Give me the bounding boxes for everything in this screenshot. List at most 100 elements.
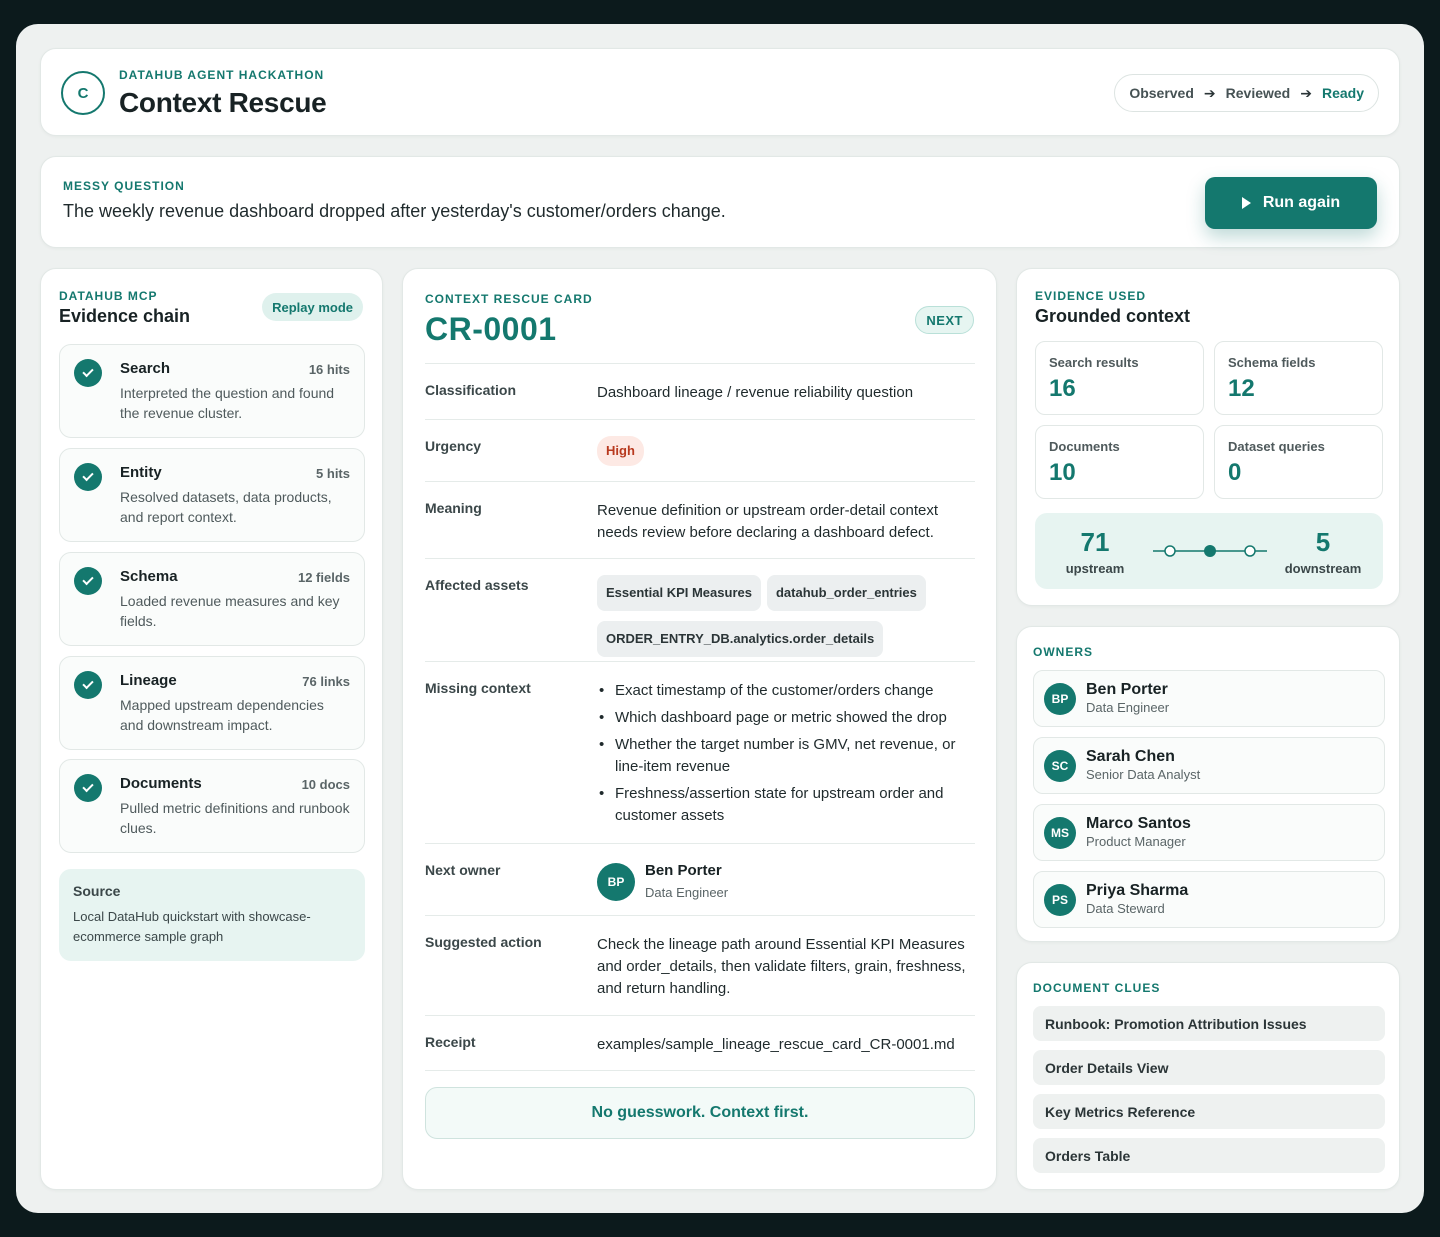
chain-step-count: 16 hits: [308, 362, 350, 377]
meaning-row: Meaning Revenue definition or upstream o…: [425, 481, 975, 558]
owner-card[interactable]: MS Marco Santos Product Manager: [1033, 804, 1385, 861]
asset-chip-list: Essential KPI Measures datahub_order_entr…: [597, 575, 975, 667]
play-icon: [1241, 197, 1251, 209]
owner-role: Data Engineer: [645, 885, 729, 900]
upstream-count: 71: [1080, 527, 1110, 557]
chain-step-desc: Resolved datasets, data products, and re…: [120, 489, 332, 525]
document-clue-item[interactable]: Key Metrics Reference: [1033, 1094, 1385, 1129]
chain-step-name: Entity: [120, 464, 162, 481]
asset-chip[interactable]: ORDER_ENTRY_DB.analytics.order_details: [597, 621, 884, 657]
step-observed: Observed: [1129, 85, 1194, 101]
lineage-graph-icon: [1153, 545, 1267, 557]
chain-step-count: 10 docs: [301, 777, 350, 792]
run-again-button[interactable]: Run again: [1205, 177, 1377, 229]
receipt-link[interactable]: examples/sample_lineage_rescue_card_CR-0…: [597, 1034, 975, 1056]
evidence-chain-eyebrow: DATAHUB MCP: [59, 289, 158, 303]
arrow-right-icon: ➔: [1300, 84, 1312, 101]
row-label: Suggested action: [425, 934, 542, 950]
row-label: Meaning: [425, 500, 482, 516]
chain-step-search[interactable]: Search 16 hits Interpreted the question …: [59, 344, 365, 438]
chain-step-schema[interactable]: Schema 12 fields Loaded revenue measures…: [59, 552, 365, 646]
owner-card[interactable]: PS Priya Sharma Data Steward: [1033, 871, 1385, 928]
owner-role: Data Engineer: [1086, 700, 1170, 715]
app-logo: C: [61, 71, 105, 115]
chain-step-name: Documents: [120, 775, 202, 792]
page-title: Context Rescue: [119, 87, 327, 118]
list-item: Which dashboard page or metric showed th…: [597, 707, 975, 729]
header-bar: C DATAHUB AGENT HACKATHON Context Rescue…: [40, 48, 1400, 136]
downstream-label: downstream: [1284, 561, 1362, 576]
owner-name: Ben Porter: [1086, 681, 1168, 698]
arrow-right-icon: ➔: [1203, 84, 1216, 101]
source-text: Local DataHub quickstart with showcase-e…: [73, 909, 311, 944]
chain-step-name: Search: [120, 360, 171, 377]
evidence-chain-title: Evidence chain: [59, 306, 191, 326]
avatar: MS: [1044, 817, 1076, 849]
source-box: Source Local DataHub quickstart with sho…: [59, 869, 365, 961]
stat-schema-fields: Schema fields 12: [1214, 341, 1383, 415]
chain-step-desc: Loaded revenue measures and key fields.: [120, 593, 340, 629]
step-reviewed: Reviewed: [1225, 85, 1291, 101]
stat-dataset-queries: Dataset queries 0: [1214, 425, 1383, 499]
avatar: BP: [1044, 683, 1076, 715]
receipt-row: Receipt examples/sample_lineage_rescue_c…: [425, 1015, 975, 1071]
missing-context-list: Exact timestamp of the customer/orders c…: [597, 680, 975, 832]
step-ready: Ready: [1321, 85, 1364, 101]
evidence-used-panel: EVIDENCE USED Grounded context Search re…: [1016, 268, 1400, 606]
upstream-label: upstream: [1065, 561, 1125, 576]
next-owner[interactable]: BP Ben Porter Data Engineer: [597, 860, 975, 904]
document-clue-item[interactable]: Order Details View: [1033, 1050, 1385, 1085]
list-item: Exact timestamp of the customer/orders c…: [597, 680, 975, 702]
question-panel: MESSY QUESTION The weekly revenue dashbo…: [40, 156, 1400, 248]
stat-value: 12: [1228, 375, 1255, 402]
rescue-card-panel: CONTEXT RESCUE CARD CR-0001 NEXT Classif…: [402, 268, 997, 1190]
chain-step-documents[interactable]: Documents 10 docs Pulled metric definiti…: [59, 759, 365, 853]
row-label: Affected assets: [425, 577, 529, 593]
check-icon: [74, 463, 102, 491]
avatar: BP: [597, 863, 635, 901]
lineage-summary: 71 upstream 5 downstream: [1035, 513, 1383, 589]
owners-panel: OWNERS BP Ben Porter Data Engineer SC Sa…: [1016, 626, 1400, 942]
check-icon: [74, 359, 102, 387]
row-label: Next owner: [425, 862, 501, 878]
chain-step-desc: Interpreted the question and found the r…: [120, 385, 335, 421]
document-clue-item[interactable]: Runbook: Promotion Attribution Issues: [1033, 1006, 1385, 1041]
avatar: SC: [1044, 750, 1076, 782]
suggested-action-value: Check the lineage path around Essential …: [597, 936, 966, 997]
owner-name: Sarah Chen: [1086, 748, 1175, 765]
owner-card[interactable]: SC Sarah Chen Senior Data Analyst: [1033, 737, 1385, 794]
owner-role: Senior Data Analyst: [1086, 767, 1201, 782]
meaning-value: Revenue definition or upstream order-det…: [597, 502, 939, 541]
row-label: Missing context: [425, 680, 531, 696]
list-item: Freshness/assertion state for upstream o…: [597, 783, 975, 827]
owner-name: Priya Sharma: [1086, 882, 1189, 899]
owners-eyebrow: OWNERS: [1033, 645, 1093, 659]
avatar: PS: [1044, 884, 1076, 916]
owner-card[interactable]: BP Ben Porter Data Engineer: [1033, 670, 1385, 727]
stat-documents: Documents 10: [1035, 425, 1204, 499]
question-eyebrow: MESSY QUESTION: [63, 179, 185, 193]
stat-value: 16: [1049, 375, 1076, 402]
classification-value: Dashboard lineage / revenue reliability …: [597, 384, 914, 401]
urgency-value-wrap: High: [597, 436, 975, 466]
chain-step-lineage[interactable]: Lineage 76 links Mapped upstream depende…: [59, 656, 365, 750]
chain-step-count: 12 fields: [297, 570, 350, 585]
urgency-row: Urgency High: [425, 419, 975, 481]
asset-chip[interactable]: Essential KPI Measures: [597, 575, 761, 611]
question-text: The weekly revenue dashboard dropped aft…: [63, 201, 726, 221]
source-title: Source: [73, 883, 121, 899]
missing-context-row: Missing context Exact timestamp of the c…: [425, 661, 975, 843]
stat-label: Schema fields: [1228, 355, 1316, 370]
chain-step-count: 5 hits: [316, 466, 350, 481]
chain-step-desc: Mapped upstream dependencies and downstr…: [120, 697, 324, 733]
evidence-used-title: Grounded context: [1035, 306, 1191, 326]
suggested-action-row: Suggested action Check the lineage path …: [425, 915, 975, 1015]
stat-value: 10: [1049, 459, 1076, 486]
stat-label: Search results: [1049, 355, 1139, 370]
document-clue-item[interactable]: Orders Table: [1033, 1138, 1385, 1173]
evidence-used-eyebrow: EVIDENCE USED: [1035, 289, 1147, 303]
chain-step-entity[interactable]: Entity 5 hits Resolved datasets, data pr…: [59, 448, 365, 542]
replay-mode-badge[interactable]: Replay mode: [262, 293, 363, 321]
row-label: Receipt: [425, 1034, 476, 1050]
asset-chip[interactable]: datahub_order_entries: [766, 575, 926, 611]
